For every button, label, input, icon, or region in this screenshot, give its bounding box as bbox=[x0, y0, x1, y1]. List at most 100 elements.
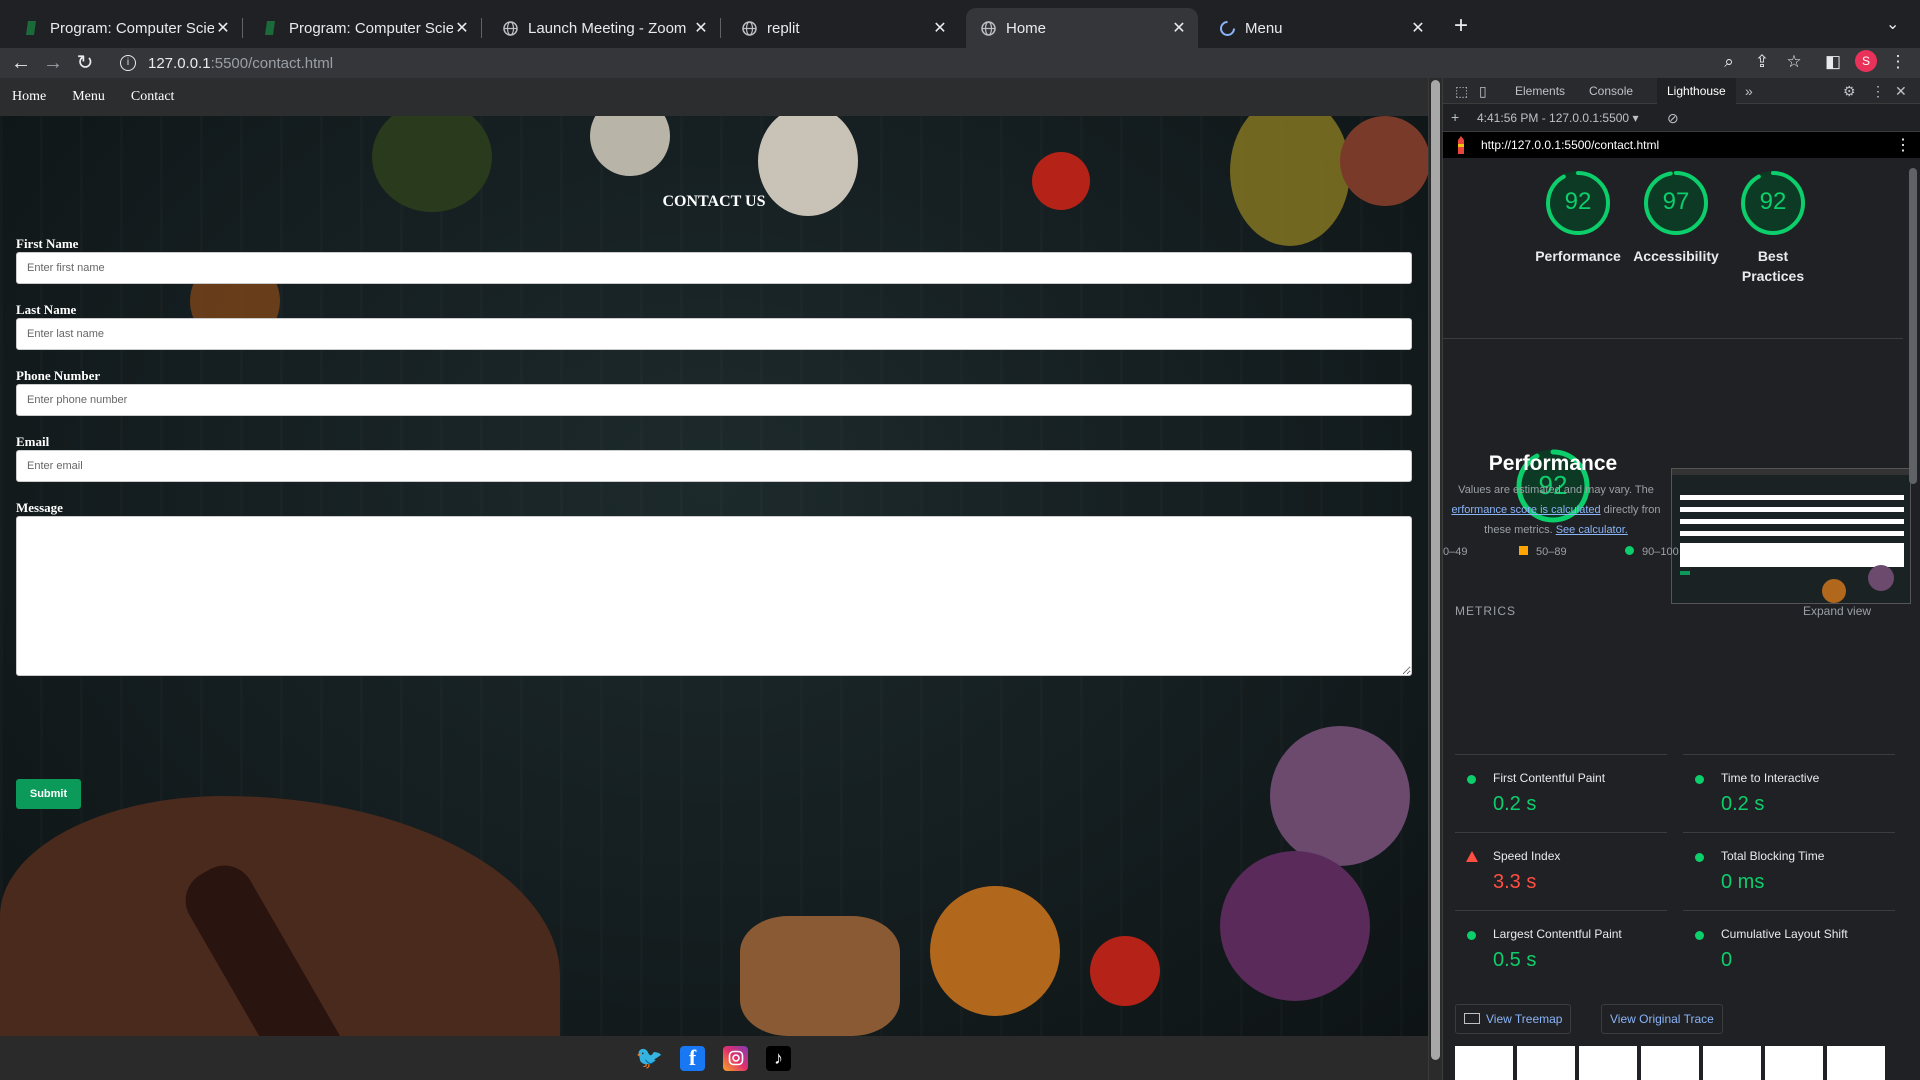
report-url-bar: http://127.0.0.1:5500/contact.html ⋮ bbox=[1443, 132, 1920, 158]
score-label: Accessibility bbox=[1633, 248, 1719, 264]
metric-lcp: Largest Contentful Paint 0.5 s bbox=[1455, 910, 1667, 988]
email-label: Email bbox=[16, 434, 50, 449]
bookmark-star-icon[interactable]: ☆ bbox=[1783, 52, 1805, 72]
tab-title: replit bbox=[767, 19, 800, 37]
devtools-scrollbar[interactable] bbox=[1909, 168, 1917, 484]
close-icon[interactable]: ✕ bbox=[692, 18, 710, 38]
nav-menu-link[interactable]: Menu bbox=[72, 89, 105, 105]
nav-home-link[interactable]: Home bbox=[12, 89, 46, 105]
square-icon bbox=[1519, 546, 1528, 555]
tab-lighthouse[interactable]: Lighthouse bbox=[1657, 78, 1736, 104]
browser-tab-1[interactable]: Program: Computer Science, M ✕ bbox=[10, 8, 243, 48]
tab-elements[interactable]: Elements bbox=[1505, 78, 1575, 104]
last-name-input[interactable] bbox=[16, 318, 1412, 350]
email-input[interactable] bbox=[16, 450, 1412, 482]
browser-tab-3[interactable]: Launch Meeting - Zoom ✕ bbox=[488, 8, 721, 48]
profile-avatar[interactable]: S bbox=[1855, 50, 1877, 72]
tab-title: Program: Computer Science, M bbox=[289, 19, 453, 37]
scrollbar-thumb[interactable] bbox=[1431, 80, 1440, 1060]
score-gauge[interactable]: 92 Performance bbox=[1533, 170, 1623, 266]
close-icon[interactable]: ✕ bbox=[1409, 18, 1427, 38]
browser-tab-2[interactable]: Program: Computer Science, M ✕ bbox=[249, 8, 482, 48]
metric-cls: Cumulative Layout Shift 0 bbox=[1683, 910, 1895, 988]
submit-button[interactable]: Submit bbox=[16, 779, 81, 809]
perf-description: Values are estimated and may vary. The e… bbox=[1451, 484, 1661, 536]
view-treemap-button[interactable]: View Treemap bbox=[1455, 1004, 1572, 1034]
message-label: Message bbox=[16, 500, 63, 515]
first-name-input[interactable] bbox=[16, 252, 1412, 284]
view-original-trace-button[interactable]: View Original Trace bbox=[1601, 1004, 1723, 1034]
nav-contact-link[interactable]: Contact bbox=[131, 89, 175, 105]
close-icon[interactable]: ✕ bbox=[1895, 83, 1907, 100]
close-icon[interactable]: ✕ bbox=[214, 18, 232, 38]
browser-tab-4[interactable]: replit ✕ bbox=[727, 8, 959, 48]
new-tab-button[interactable]: + bbox=[1454, 12, 1468, 40]
score-value: 92 bbox=[1564, 188, 1592, 215]
browser-toolbar: ← → ↻ i 127.0.0.1:5500/contact.html ⌕ ⇪ … bbox=[0, 48, 1920, 78]
close-icon[interactable]: ✕ bbox=[453, 18, 471, 38]
new-report-plus-icon[interactable]: + bbox=[1451, 109, 1459, 125]
filmstrip-frame bbox=[1765, 1046, 1823, 1080]
close-icon[interactable]: ✕ bbox=[1170, 18, 1188, 38]
twitter-icon[interactable]: 🐦 bbox=[636, 1045, 663, 1071]
filmstrip-frame bbox=[1827, 1046, 1885, 1080]
browser-tab-6[interactable]: Menu ✕ bbox=[1205, 8, 1437, 48]
perf-score-link[interactable]: erformance score is calculated bbox=[1451, 504, 1600, 516]
tab-title: Menu bbox=[1245, 19, 1283, 37]
site-footer: 🐦 f ♪ bbox=[0, 1036, 1428, 1080]
close-icon[interactable]: ✕ bbox=[931, 18, 949, 38]
phone-number-label: Phone Number bbox=[16, 368, 101, 383]
globe-icon bbox=[502, 20, 518, 36]
browser-tab-5[interactable]: Home ✕ bbox=[966, 8, 1198, 48]
last-name-label: Last Name bbox=[16, 302, 77, 317]
kebab-menu-icon[interactable]: ⋮ bbox=[1895, 135, 1911, 155]
filmstrip-frame bbox=[1517, 1046, 1575, 1080]
report-url: http://127.0.0.1:5500/contact.html bbox=[1481, 138, 1660, 152]
see-calculator-link[interactable]: See calculator. bbox=[1556, 524, 1628, 536]
address-bar[interactable]: i 127.0.0.1:5500/contact.html bbox=[108, 48, 1788, 78]
expand-view-toggle[interactable]: Expand view bbox=[1803, 604, 1871, 618]
orange-slice-decoration bbox=[930, 886, 1060, 1016]
metric-tti: Time to Interactive 0.2 s bbox=[1683, 754, 1895, 832]
message-textarea[interactable] bbox=[16, 516, 1412, 676]
device-toolbar-icon[interactable]: ▯ bbox=[1479, 83, 1487, 100]
share-icon[interactable]: ⇪ bbox=[1751, 52, 1773, 72]
page-viewport: Home Menu Contact CONTACT US First Name … bbox=[0, 78, 1428, 1080]
tab-strip: Program: Computer Science, M ✕ Program: … bbox=[0, 0, 1920, 48]
forward-arrow-icon[interactable]: → bbox=[40, 50, 66, 76]
instagram-icon[interactable] bbox=[723, 1045, 748, 1071]
snhu-icon bbox=[263, 20, 279, 36]
zoom-icon[interactable]: ⌕ bbox=[1718, 52, 1740, 72]
settings-gear-icon[interactable]: ⚙ bbox=[1843, 83, 1856, 100]
report-selector[interactable]: 4:41:56 PM - 127.0.0.1:5500 ▾ bbox=[1477, 111, 1638, 125]
globe-icon bbox=[980, 20, 996, 36]
metric-fcp: First Contentful Paint 0.2 s bbox=[1455, 754, 1667, 832]
facebook-icon[interactable]: f bbox=[680, 1045, 705, 1071]
onion-decoration bbox=[1220, 851, 1370, 1001]
filmstrip-frame bbox=[1579, 1046, 1637, 1080]
devtools-tab-bar: ⬚ ▯ Elements Console Lighthouse » ⚙ ⋮ ✕ bbox=[1443, 78, 1920, 104]
snhu-icon bbox=[24, 20, 40, 36]
score-gauge[interactable]: 97 Accessibility bbox=[1631, 170, 1721, 266]
page-scrollbar[interactable] bbox=[1428, 78, 1442, 1080]
kebab-menu-icon[interactable]: ⋮ bbox=[1887, 52, 1909, 72]
first-name-label: First Name bbox=[16, 236, 79, 251]
site-info-icon[interactable]: i bbox=[120, 55, 136, 71]
clear-reports-icon[interactable]: ⊘ bbox=[1667, 110, 1679, 127]
oil-bottle-decoration bbox=[1230, 116, 1350, 246]
globe-icon bbox=[741, 20, 757, 36]
phone-number-input[interactable] bbox=[16, 384, 1412, 416]
score-gauge[interactable]: 92 Best Practices bbox=[1728, 170, 1818, 286]
tab-console[interactable]: Console bbox=[1579, 78, 1643, 104]
kebab-menu-icon[interactable]: ⋮ bbox=[1871, 83, 1885, 100]
tiktok-icon[interactable]: ♪ bbox=[766, 1045, 791, 1071]
more-tabs-icon[interactable]: » bbox=[1745, 83, 1753, 99]
reload-icon[interactable]: ↻ bbox=[72, 50, 98, 76]
back-arrow-icon[interactable]: ← bbox=[8, 50, 34, 76]
side-panel-icon[interactable]: ◧ bbox=[1822, 52, 1844, 72]
tomato-decoration bbox=[1090, 936, 1160, 1006]
metrics-heading: METRICS bbox=[1455, 604, 1516, 618]
tab-search-chevron-icon[interactable]: ⌄ bbox=[1886, 14, 1899, 34]
inspect-element-icon[interactable]: ⬚ bbox=[1455, 83, 1468, 100]
page-screenshot-thumbnail[interactable] bbox=[1671, 468, 1911, 604]
